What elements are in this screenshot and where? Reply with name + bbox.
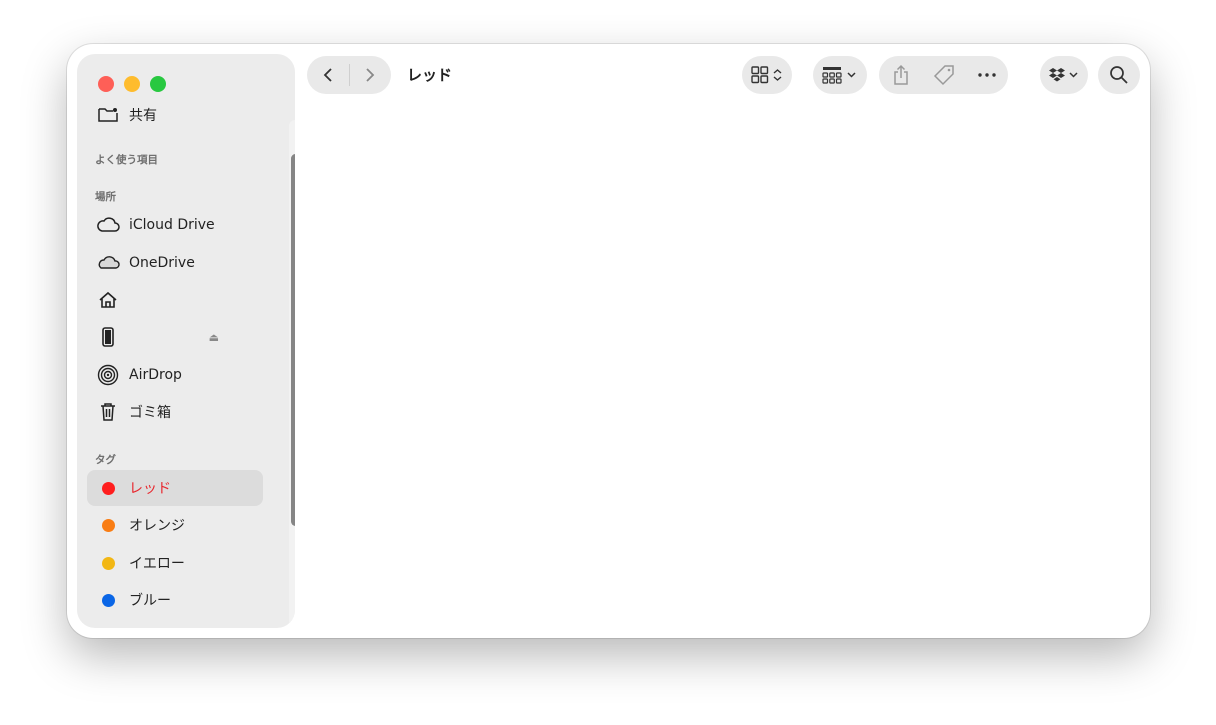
home-icon [95,291,121,309]
sidebar-tag-blue[interactable]: ブルー [87,582,263,618]
actions-group [879,56,1008,94]
sidebar-item-label: iCloud Drive [129,217,215,233]
shared-folder-icon [95,107,121,123]
sidebar-item-label: レッド [129,481,171,497]
sidebar-item-label: OneDrive [129,255,195,271]
sidebar-item-label: イエロー [129,556,185,572]
dropbox-icon [1049,68,1078,82]
tag-button[interactable] [924,56,964,94]
sidebar-item-label: 共有 [129,108,157,124]
more-actions-button[interactable] [967,56,1007,94]
cloud-filled-icon [95,255,121,271]
airdrop-icon [95,364,121,386]
sidebar-item-airdrop[interactable]: AirDrop [87,357,263,393]
navigation-group [307,56,391,94]
favorites-header: よく使う項目 [95,154,158,166]
sidebar: 共有 よく使う項目 場所 iCloud Drive OneDrive ⏏ Air… [77,54,295,628]
close-window-button[interactable] [98,76,114,92]
sidebar-item-onedrive[interactable]: OneDrive [87,245,263,281]
tag-dot-icon [101,518,115,532]
chevron-right-icon [366,68,375,82]
group-by-icon [822,67,856,84]
back-button[interactable] [307,56,349,94]
iphone-icon [95,327,121,347]
share-button[interactable] [881,56,921,94]
tag-dot-icon [101,593,115,607]
share-icon [893,64,908,85]
locations-header: 場所 [95,191,116,203]
window-title: レッド [407,66,453,84]
minimize-window-button[interactable] [124,76,140,92]
group-by-button[interactable] [813,56,867,94]
sidebar-item-trash[interactable]: ゴミ箱 [87,394,263,430]
sidebar-tag-yellow[interactable]: イエロー [87,545,263,581]
trash-icon [95,402,121,422]
tag-icon [933,65,954,86]
sidebar-item-shared[interactable]: 共有 [87,102,263,128]
sidebar-item-label: オレンジ [129,518,185,534]
chevron-left-icon [323,68,332,82]
tag-dot-icon [101,556,115,570]
grid-view-icon [751,66,782,84]
file-content-area[interactable] [305,106,1140,628]
sidebar-tag-orange[interactable]: オレンジ [87,507,263,543]
sidebar-item-iphone[interactable]: ⏏ [87,319,263,355]
sidebar-scroll-thumb[interactable] [291,154,295,526]
sidebar-item-label: ブルー [129,593,171,609]
finder-window: 共有 よく使う項目 場所 iCloud Drive OneDrive ⏏ Air… [67,44,1150,638]
sidebar-item-home[interactable] [87,282,263,318]
ellipsis-icon [977,73,996,77]
eject-icon[interactable]: ⏏ [209,331,219,344]
sidebar-item-icloud[interactable]: iCloud Drive [87,207,263,243]
sidebar-item-label: AirDrop [129,367,182,383]
cloud-icon [95,217,121,233]
tag-dot-icon [101,481,115,495]
sidebar-tag-red[interactable]: レッド [87,470,263,506]
tags-header: タグ [95,454,116,466]
zoom-window-button[interactable] [150,76,166,92]
search-button[interactable] [1098,56,1140,94]
search-icon [1110,66,1128,84]
view-mode-button[interactable] [742,56,792,94]
dropbox-button[interactable] [1040,56,1088,94]
sidebar-item-label: ゴミ箱 [129,405,171,421]
forward-button[interactable] [349,56,391,94]
